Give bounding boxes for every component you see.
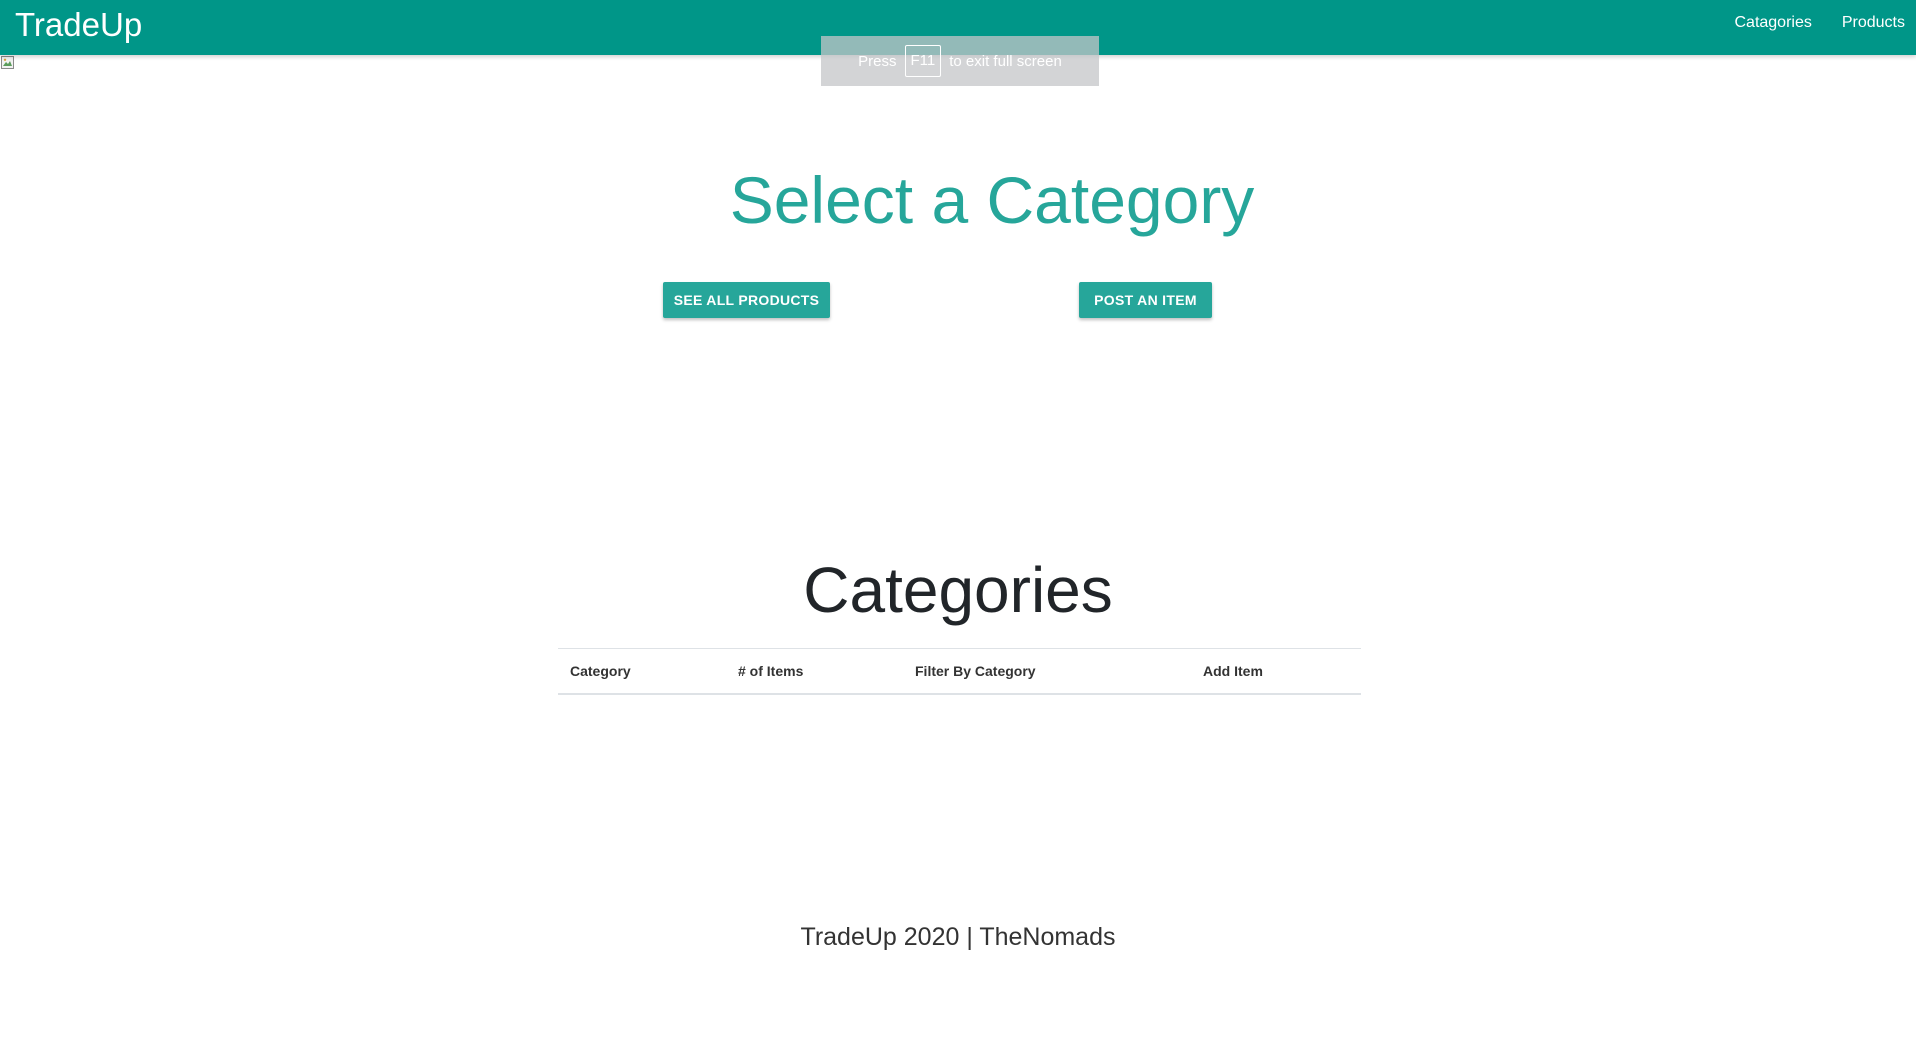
- fullscreen-notice-prefix: Press: [858, 52, 897, 70]
- column-header-add-item: Add Item: [1191, 648, 1361, 695]
- nav-link-products[interactable]: Products: [1842, 14, 1905, 32]
- fullscreen-notice-suffix: to exit full screen: [949, 52, 1062, 70]
- column-header-category: Category: [558, 648, 726, 695]
- table-header-row: Category # of Items Filter By Category A…: [558, 648, 1361, 695]
- categories-table: Category # of Items Filter By Category A…: [558, 648, 1361, 695]
- fullscreen-notice: Press F11 to exit full screen: [821, 36, 1099, 86]
- see-all-products-button[interactable]: SEE ALL PRODUCTS: [663, 282, 830, 318]
- nav-links: Catagories Products: [1704, 0, 1905, 46]
- hero-title: Select a Category: [729, 163, 1255, 237]
- broken-image-icon: [1, 56, 14, 69]
- fullscreen-key: F11: [904, 45, 942, 77]
- footer-text: TradeUp 2020 | TheNomads: [800, 923, 1116, 951]
- categories-title: Categories: [803, 554, 1113, 626]
- column-header-item-count: # of Items: [726, 648, 903, 695]
- column-header-filter: Filter By Category: [903, 648, 1191, 695]
- nav-link-categories[interactable]: Catagories: [1734, 14, 1811, 32]
- post-item-button[interactable]: POST AN ITEM: [1079, 282, 1212, 318]
- brand-logo-link[interactable]: TradeUp: [15, 5, 142, 45]
